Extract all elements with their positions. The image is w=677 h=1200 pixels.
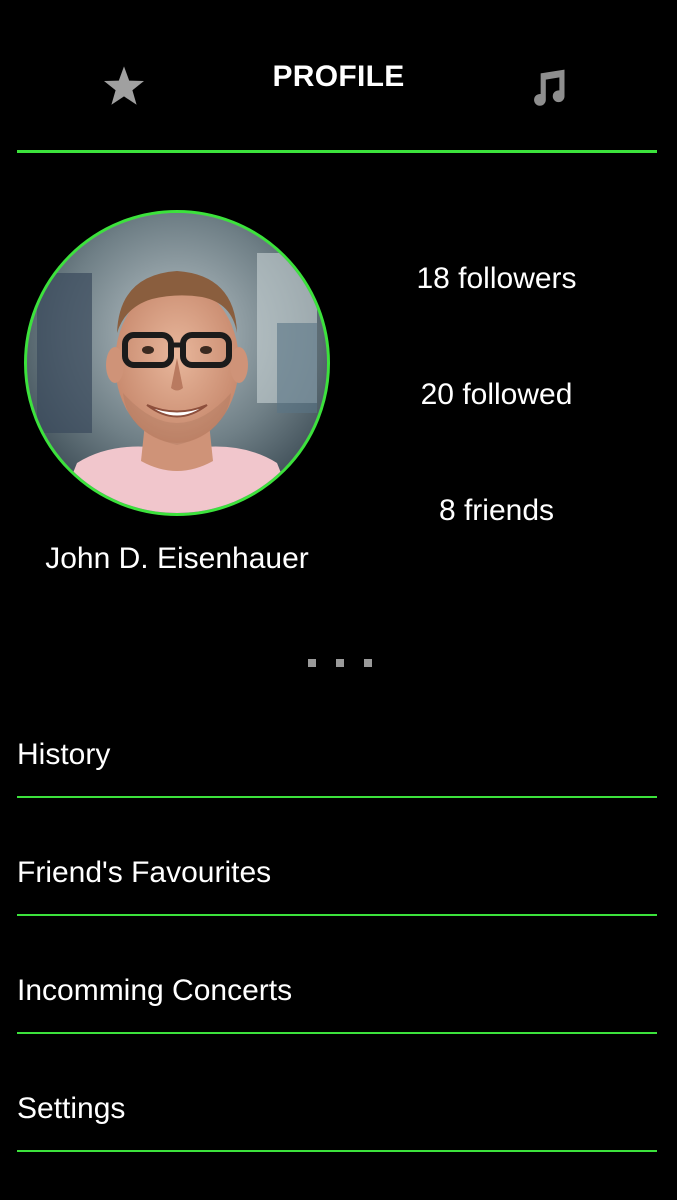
menu-divider xyxy=(17,1150,657,1152)
dot xyxy=(364,659,372,667)
profile-name: John D. Eisenhauer xyxy=(45,542,309,575)
avatar[interactable] xyxy=(24,210,330,516)
menu-item-friends-favourites[interactable]: Friend's Favourites xyxy=(17,826,657,916)
menu-item-settings[interactable]: Settings xyxy=(17,1062,657,1152)
followed-count[interactable]: 20 followed xyxy=(330,378,663,412)
header-bar: PROFILE xyxy=(0,0,677,153)
profile-screen: PROFILE John D. Eisenhauer 18 followers … xyxy=(0,0,677,1200)
page-title: PROFILE xyxy=(272,60,405,93)
menu-item-label: Settings xyxy=(17,1092,126,1125)
profile-photo xyxy=(27,213,327,513)
menu-item-label: Friend's Favourites xyxy=(17,856,272,889)
menu-item-history[interactable]: History xyxy=(17,708,657,798)
menu-item-label: History xyxy=(17,738,111,771)
header-divider xyxy=(17,150,657,153)
menu-divider xyxy=(17,796,657,798)
menu-divider xyxy=(17,1032,657,1034)
menu-divider xyxy=(17,914,657,916)
music-note-icon[interactable] xyxy=(526,66,570,110)
dot xyxy=(308,659,316,667)
friends-count[interactable]: 8 friends xyxy=(330,494,663,528)
menu-item-label: Incomming Concerts xyxy=(17,974,293,1007)
dot xyxy=(336,659,344,667)
followers-count[interactable]: 18 followers xyxy=(330,262,663,296)
ellipsis-icon[interactable] xyxy=(300,656,380,670)
menu-item-incomming-concerts[interactable]: Incomming Concerts xyxy=(17,944,657,1034)
